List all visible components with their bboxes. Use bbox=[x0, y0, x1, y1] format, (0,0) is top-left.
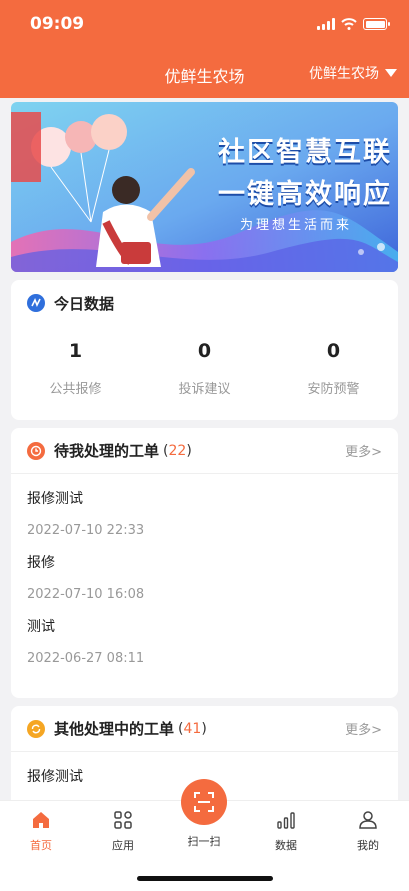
other-orders-title: 其他处理中的工单 bbox=[54, 720, 175, 738]
apps-icon bbox=[114, 811, 132, 829]
stat-complaints[interactable]: 0 投诉建议 bbox=[150, 340, 260, 397]
stat-label: 安防预警 bbox=[307, 382, 360, 397]
tab-scan[interactable]: 扫一扫 bbox=[181, 779, 227, 849]
stat-value: 1 bbox=[68, 340, 83, 362]
tab-data[interactable]: 数据 bbox=[256, 809, 316, 853]
today-stats: 1 公共报修 0 投诉建议 0 安防预警 bbox=[11, 340, 398, 397]
header: 09:09 优鲜生农场 优鲜生农场 bbox=[0, 0, 409, 98]
banner-headline-1: 社区智慧互联 bbox=[218, 137, 392, 168]
data-icon bbox=[27, 294, 45, 312]
wifi-icon bbox=[341, 18, 357, 30]
tab-label: 扫一扫 bbox=[187, 835, 221, 848]
other-orders-header: 其他处理中的工单 (41) 更多> bbox=[11, 706, 398, 752]
banner-headline-2: 一键高效响应 bbox=[218, 179, 392, 210]
other-orders-count: (41) bbox=[178, 720, 207, 737]
pending-orders-header: 待我处理的工单 (22) 更多> bbox=[11, 428, 398, 474]
stat-security-alerts[interactable]: 0 安防预警 bbox=[279, 340, 389, 397]
stat-value: 0 bbox=[197, 340, 212, 362]
clock-icon bbox=[27, 441, 45, 460]
farm-selector[interactable]: 优鲜生农场 bbox=[309, 63, 397, 83]
today-data-card: 今日数据 1 公共报修 0 投诉建议 0 安防预警 bbox=[11, 280, 398, 420]
user-icon bbox=[359, 811, 377, 829]
stat-value: 0 bbox=[326, 340, 341, 362]
refresh-icon bbox=[27, 719, 45, 738]
stat-label: 公共报修 bbox=[49, 382, 102, 397]
dropdown-triangle-icon bbox=[385, 69, 397, 77]
signal-icon bbox=[317, 18, 335, 30]
pending-more-link[interactable]: 更多> bbox=[345, 441, 382, 460]
status-icons bbox=[317, 18, 390, 30]
tab-label: 首页 bbox=[30, 839, 52, 852]
order-title: 报修 bbox=[27, 555, 55, 571]
promo-banner[interactable]: 社区智慧互联 一键高效响应 为理想生活而来 bbox=[11, 102, 398, 272]
tab-apps[interactable]: 应用 bbox=[93, 809, 153, 853]
stat-public-repair[interactable]: 1 公共报修 bbox=[21, 340, 131, 397]
order-title: 报修测试 bbox=[27, 491, 83, 507]
tab-label: 我的 bbox=[357, 839, 379, 852]
order-time: 2022-07-10 22:33 bbox=[27, 523, 145, 538]
list-item[interactable]: 报修 2022-07-10 16:08 bbox=[11, 552, 398, 602]
chart-icon bbox=[277, 812, 295, 829]
order-time: 2022-07-10 16:08 bbox=[27, 587, 145, 602]
others-more-link[interactable]: 更多> bbox=[345, 719, 382, 738]
scan-button[interactable] bbox=[181, 779, 227, 825]
home-icon bbox=[33, 812, 49, 828]
order-title: 测试 bbox=[27, 619, 55, 635]
scan-icon bbox=[194, 792, 214, 812]
pending-orders-title: 待我处理的工单 bbox=[54, 442, 160, 460]
tab-mine[interactable]: 我的 bbox=[338, 809, 398, 853]
list-item[interactable]: 报修测试 2022-07-10 22:33 bbox=[11, 488, 398, 538]
tab-label: 数据 bbox=[275, 839, 297, 852]
home-indicator bbox=[137, 876, 273, 881]
today-data-title: 今日数据 bbox=[54, 294, 115, 313]
list-item[interactable]: 测试 2022-06-27 08:11 bbox=[11, 616, 398, 666]
banner-subtitle: 为理想生活而来 bbox=[239, 218, 352, 233]
today-data-header: 今日数据 bbox=[11, 280, 398, 326]
pending-orders-card: 待我处理的工单 (22) 更多> 报修测试 2022-07-10 22:33 报… bbox=[11, 428, 398, 698]
tab-home[interactable]: 首页 bbox=[11, 809, 71, 853]
pending-orders-count: (22) bbox=[163, 442, 192, 459]
status-time: 09:09 bbox=[30, 14, 85, 34]
battery-icon bbox=[363, 18, 390, 30]
order-time: 2022-06-27 08:11 bbox=[27, 651, 145, 666]
tab-label: 应用 bbox=[112, 839, 134, 852]
stat-label: 投诉建议 bbox=[178, 382, 231, 397]
farm-selector-label: 优鲜生农场 bbox=[309, 66, 379, 82]
